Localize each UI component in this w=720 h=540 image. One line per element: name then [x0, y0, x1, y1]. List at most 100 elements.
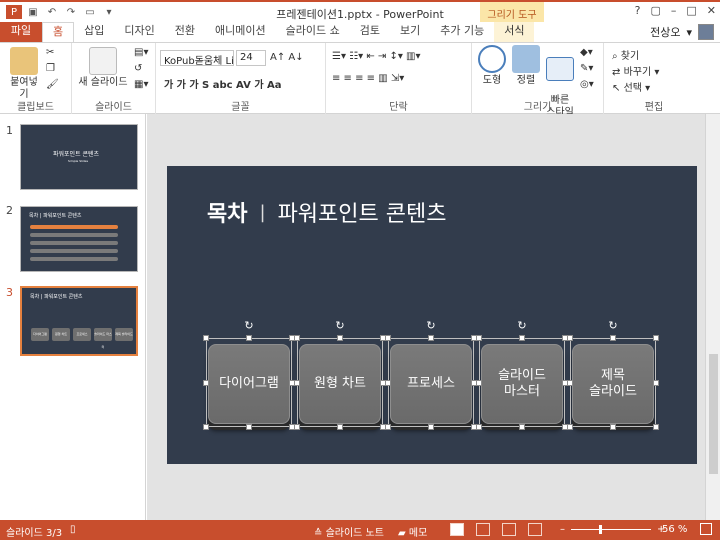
user-area[interactable]: 전상오 ▾	[650, 24, 714, 40]
status-bar: 슬라이드 3/3 ▯ ≙ 슬라이드 노트 ▰ 메모 – + 56 %	[0, 520, 720, 540]
font-grow-icon[interactable]: A↑ A↓	[270, 52, 304, 63]
minimize-icon[interactable]: –	[671, 4, 677, 17]
cut-icon[interactable]: ✂	[46, 47, 54, 58]
shape-button[interactable]: 도형	[476, 45, 508, 87]
resize-handle[interactable]	[203, 379, 209, 386]
font-group-label: 글꼴	[231, 102, 250, 113]
tab-transitions[interactable]: 전환	[165, 22, 205, 42]
font-name-select[interactable]: KoPub돋움체 Li	[160, 50, 234, 66]
resize-handle[interactable]	[294, 424, 300, 430]
tab-slideshow[interactable]: 슬라이드 쇼	[276, 22, 350, 42]
resize-handle[interactable]	[610, 424, 616, 430]
resize-handle[interactable]	[385, 424, 391, 430]
rotate-handle-icon[interactable]: ↻	[243, 320, 255, 332]
resize-handle[interactable]	[428, 424, 434, 430]
tab-format[interactable]: 서식	[494, 22, 535, 42]
window-title: 프레젠테이션1.pptx - PowerPoint	[276, 8, 444, 21]
slideshow-view-icon[interactable]	[528, 523, 542, 536]
tab-insert[interactable]: 삽입	[74, 22, 114, 42]
tab-review[interactable]: 검토	[350, 22, 390, 42]
reading-view-icon[interactable]	[502, 523, 516, 536]
find-button[interactable]: ⌕ 찾기	[612, 47, 639, 62]
zoom-track[interactable]	[571, 525, 651, 534]
avatar[interactable]	[698, 24, 714, 40]
shape-fill-icon[interactable]: ◆▾	[580, 47, 593, 58]
tab-home[interactable]: 홈	[42, 22, 75, 42]
new-slide-button[interactable]: 새 슬라이드	[76, 47, 130, 89]
tab-animations[interactable]: 애니메이션	[205, 22, 276, 42]
bullets-icon[interactable]: ☰▾ ☷▾ ⇤ ⇥ ↕▾ ▥▾	[332, 51, 421, 62]
align-icons[interactable]: ≡ ≡ ≡ ≡ ▥ ⇲▾	[332, 73, 404, 84]
spell-check-icon[interactable]: ▯	[70, 524, 76, 535]
reset-icon[interactable]: ↺	[134, 63, 142, 74]
copy-icon[interactable]: ❐	[46, 63, 55, 74]
resize-handle[interactable]	[519, 335, 525, 341]
slide-thumbnail-3[interactable]: 목차 | 파워포인트 콘텐츠 다이어그램 원형 차트 프로세스 슬라이드 마스터…	[20, 286, 138, 356]
help-icon[interactable]: ?	[635, 4, 641, 17]
resize-handle[interactable]	[476, 335, 482, 341]
resize-handle[interactable]	[567, 335, 573, 341]
rotate-handle-icon[interactable]: ↻	[607, 320, 619, 332]
font-size-select[interactable]: 24	[236, 50, 266, 66]
zoom-out-icon[interactable]: –	[560, 524, 565, 535]
shapes-icon	[478, 45, 506, 73]
user-name[interactable]: 전상오	[650, 24, 680, 40]
resize-handle[interactable]	[653, 379, 659, 386]
slide-thumbnail-2[interactable]: 목차 | 파워포인트 콘텐츠	[20, 206, 138, 272]
resize-handle[interactable]	[385, 335, 391, 341]
comments-button[interactable]: ▰ 메모	[398, 524, 427, 539]
resize-handle[interactable]	[567, 424, 573, 430]
resize-handle[interactable]	[567, 379, 573, 386]
fit-slide-icon[interactable]	[700, 523, 712, 535]
tab-view[interactable]: 보기	[390, 22, 430, 42]
resize-handle[interactable]	[385, 379, 391, 386]
ribbon-display-icon[interactable]: ▢	[650, 4, 660, 17]
notes-button[interactable]: ≙ 슬라이드 노트	[314, 524, 384, 539]
slide-sorter-icon[interactable]	[476, 523, 490, 536]
zoom-slider[interactable]: – +	[560, 524, 665, 535]
arrange-button[interactable]: 정렬	[510, 45, 542, 87]
zoom-knob[interactable]	[599, 525, 602, 534]
resize-handle[interactable]	[294, 335, 300, 341]
replace-button[interactable]: ⇄ 바꾸기 ▾	[612, 63, 659, 78]
scrollbar-thumb[interactable]	[709, 354, 718, 474]
layout-icon[interactable]: ▤▾	[134, 47, 148, 58]
resize-handle[interactable]	[428, 335, 434, 341]
resize-handle[interactable]	[653, 424, 659, 430]
shape-outline-icon[interactable]: ✎▾	[580, 63, 593, 74]
resize-handle[interactable]	[610, 335, 616, 341]
resize-handle[interactable]	[246, 424, 252, 430]
tab-file[interactable]: 파일	[0, 22, 42, 42]
maximize-icon[interactable]: □	[686, 4, 696, 17]
resize-handle[interactable]	[294, 379, 300, 386]
section-icon[interactable]: ▦▾	[134, 79, 148, 90]
resize-handle[interactable]	[337, 335, 343, 341]
thumbnail-title: 파워포인트 콘텐츠	[53, 151, 100, 158]
resize-handle[interactable]	[476, 379, 482, 386]
format-painter-icon[interactable]: 🖌	[46, 79, 59, 90]
resize-handle[interactable]	[337, 424, 343, 430]
normal-view-icon[interactable]	[450, 523, 464, 536]
tab-addins[interactable]: 추가 기능	[430, 22, 494, 42]
slide-thumbnail-1[interactable]: 파워포인트 콘텐츠 Simple Slides	[20, 124, 138, 190]
shape-effects-icon[interactable]: ◎▾	[580, 79, 594, 90]
replace-icon: ⇄	[612, 67, 624, 78]
select-button[interactable]: ↖ 선택 ▾	[612, 79, 650, 94]
resize-handle[interactable]	[203, 335, 209, 341]
chevron-down-icon[interactable]: ▾	[686, 26, 692, 39]
resize-handle[interactable]	[476, 424, 482, 430]
rotate-handle-icon[interactable]: ↻	[516, 320, 528, 332]
resize-handle[interactable]	[203, 424, 209, 430]
tab-design[interactable]: 디자인	[114, 22, 164, 42]
resize-handle[interactable]	[246, 335, 252, 341]
rotate-handle-icon[interactable]: ↻	[425, 320, 437, 332]
vertical-scrollbar[interactable]	[705, 114, 720, 520]
resize-handle[interactable]	[653, 335, 659, 341]
paste-button[interactable]: 붙여넣기	[6, 47, 42, 101]
zoom-percent[interactable]: 56 %	[662, 524, 687, 535]
slide-title[interactable]: 목차 | 파워포인트 콘텐츠	[207, 196, 446, 228]
resize-handle[interactable]	[519, 424, 525, 430]
rotate-handle-icon[interactable]: ↻	[334, 320, 346, 332]
font-format-buttons[interactable]: 가 가 가 S abc AV 가 Aa	[164, 76, 282, 91]
close-icon[interactable]: ✕	[707, 4, 716, 17]
